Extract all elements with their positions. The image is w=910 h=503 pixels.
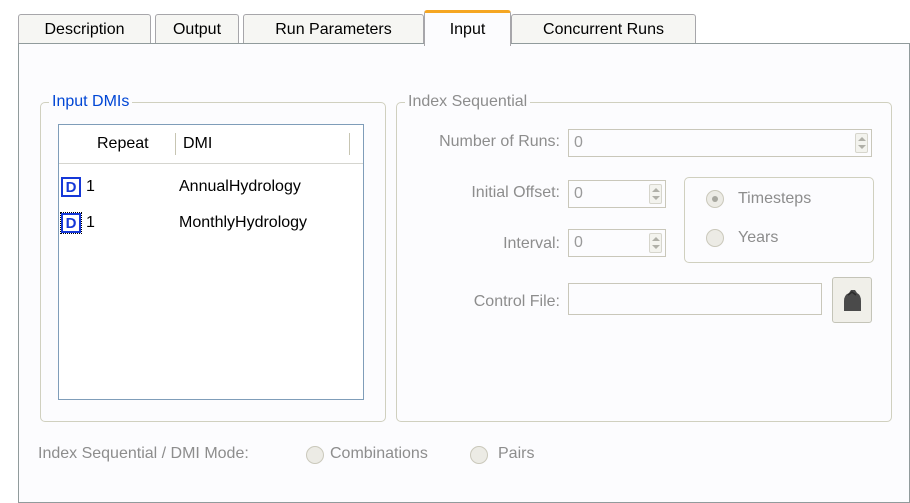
pairs-label: Pairs bbox=[498, 445, 535, 462]
combinations-label: Combinations bbox=[330, 445, 428, 462]
browse-button[interactable] bbox=[832, 277, 872, 323]
control-file-input[interactable] bbox=[568, 283, 822, 315]
interval-value: 0 bbox=[574, 234, 583, 251]
column-header-repeat[interactable]: Repeat bbox=[97, 125, 149, 163]
interval-label: Interval: bbox=[503, 235, 560, 252]
pairs-radio[interactable] bbox=[470, 446, 488, 464]
combinations-radio[interactable] bbox=[306, 446, 324, 464]
initial-offset-spinner[interactable] bbox=[649, 184, 662, 204]
timesteps-radio[interactable] bbox=[706, 190, 724, 208]
number-of-runs-spinner[interactable] bbox=[855, 133, 868, 153]
list-header: Repeat DMI bbox=[59, 125, 363, 164]
input-dmis-list[interactable]: Repeat DMI D 1 AnnualHydrology D 1 Month… bbox=[58, 124, 364, 400]
control-file-label: Control File: bbox=[473, 293, 560, 310]
number-of-runs-value: 0 bbox=[574, 134, 583, 151]
input-dmis-legend: Input DMIs bbox=[49, 92, 133, 112]
column-divider[interactable] bbox=[175, 133, 176, 155]
dmi-icon: D bbox=[61, 177, 81, 197]
initial-offset-label: Initial Offset: bbox=[471, 184, 560, 201]
list-item[interactable]: D 1 MonthlyHydrology bbox=[59, 210, 363, 236]
folder-open-icon bbox=[844, 290, 861, 311]
dmi-mode-label: Index Sequential / DMI Mode: bbox=[38, 445, 249, 462]
index-sequential-legend: Index Sequential bbox=[405, 92, 531, 112]
dmi-icon: D bbox=[60, 212, 82, 234]
number-of-runs-label: Number of Runs: bbox=[439, 133, 560, 150]
tab-description[interactable]: Description bbox=[18, 14, 151, 44]
number-of-runs-field[interactable]: 0 bbox=[568, 129, 872, 157]
dmi-name: MonthlyHydrology bbox=[179, 214, 308, 231]
repeat-value: 1 bbox=[86, 178, 95, 195]
initial-offset-value: 0 bbox=[574, 185, 583, 202]
column-divider[interactable] bbox=[349, 133, 350, 155]
years-label: Years bbox=[738, 229, 779, 246]
interval-spinner[interactable] bbox=[649, 233, 662, 253]
list-item[interactable]: D 1 AnnualHydrology bbox=[59, 174, 363, 200]
timesteps-label: Timesteps bbox=[738, 190, 812, 207]
dmi-name: AnnualHydrology bbox=[179, 178, 301, 195]
tab-input[interactable]: Input bbox=[424, 10, 511, 46]
tab-concurrent-runs[interactable]: Concurrent Runs bbox=[511, 14, 696, 44]
tab-bar: Description Output Run Parameters Input … bbox=[0, 0, 910, 46]
years-radio[interactable] bbox=[706, 229, 724, 247]
tab-run-parameters[interactable]: Run Parameters bbox=[243, 14, 424, 44]
column-header-dmi[interactable]: DMI bbox=[183, 125, 212, 163]
repeat-value: 1 bbox=[86, 214, 95, 231]
initial-offset-field[interactable]: 0 bbox=[568, 180, 666, 208]
interval-field[interactable]: 0 bbox=[568, 229, 666, 257]
tab-output[interactable]: Output bbox=[155, 14, 239, 44]
